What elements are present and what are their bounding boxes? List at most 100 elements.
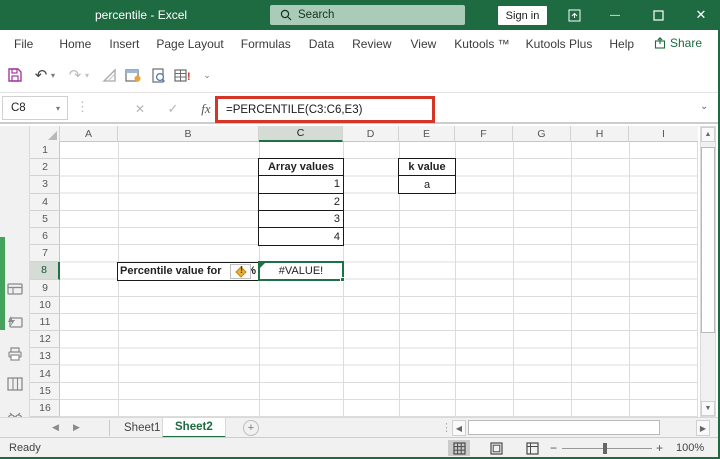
row-header-15[interactable]: 15: [30, 383, 60, 400]
column-header-g[interactable]: G: [513, 126, 571, 142]
row-header-9[interactable]: 9: [30, 280, 60, 297]
tab-review[interactable]: Review: [350, 37, 393, 51]
zoom-out-button[interactable]: −: [550, 441, 557, 455]
error-options-button[interactable]: !: [230, 263, 251, 279]
scrollbar-resize-handle[interactable]: ⋮: [441, 421, 452, 434]
row-header-11[interactable]: 11: [30, 314, 60, 332]
cell-C5[interactable]: 3: [259, 211, 343, 228]
tab-view[interactable]: View: [409, 37, 439, 51]
column-header-i[interactable]: I: [629, 126, 698, 142]
quick-access-pane-icon[interactable]: [7, 314, 23, 330]
row-header-12[interactable]: 12: [30, 331, 60, 349]
tab-kutools[interactable]: Kutools ™: [452, 37, 511, 51]
row-header-8[interactable]: 8: [30, 262, 60, 280]
printer-pane-icon[interactable]: [7, 346, 23, 362]
insert-function-button[interactable]: fx: [196, 99, 216, 119]
select-all-button[interactable]: [30, 126, 60, 142]
sheet-tab-sheet2[interactable]: Sheet2: [162, 418, 226, 438]
cell-C8-selected[interactable]: #VALUE!: [258, 261, 345, 282]
cell-C6[interactable]: 4: [259, 228, 343, 245]
zoom-slider-track[interactable]: [562, 448, 652, 449]
column-header-f[interactable]: F: [455, 126, 513, 142]
scroll-up-button[interactable]: ▲: [701, 127, 715, 142]
cell-C4[interactable]: 2: [259, 194, 343, 211]
properties-button[interactable]: [122, 64, 144, 86]
tab-page-layout[interactable]: Page Layout: [154, 37, 225, 51]
name-box-dropdown-icon[interactable]: ▾: [56, 104, 60, 113]
normal-view-button[interactable]: [448, 440, 470, 456]
scroll-down-button[interactable]: ▼: [701, 401, 715, 416]
page-layout-view-button[interactable]: [485, 440, 507, 456]
row-header-1[interactable]: 1: [30, 142, 60, 160]
zoom-slider-thumb[interactable]: [603, 443, 607, 454]
add-sheet-button[interactable]: +: [243, 420, 259, 436]
ribbon-display-options-button[interactable]: [557, 0, 591, 30]
close-icon: ✕: [695, 7, 707, 22]
minimize-button[interactable]: —: [598, 0, 632, 30]
cell-C2[interactable]: Array values: [259, 159, 343, 177]
b8-label: Percentile value for: [120, 265, 222, 278]
share-button[interactable]: Share: [654, 36, 702, 50]
column-header-d[interactable]: D: [343, 126, 399, 142]
scroll-left-button[interactable]: ◀: [452, 420, 466, 436]
search-input[interactable]: Search: [270, 5, 465, 25]
status-ready-label: Ready: [9, 442, 41, 454]
column-pane-icon[interactable]: [7, 376, 23, 392]
tab-insert[interactable]: Insert: [107, 37, 141, 51]
undo-dropdown[interactable]: ▾: [48, 64, 58, 86]
cell-E2[interactable]: k value: [399, 159, 455, 177]
row-header-16[interactable]: 16: [30, 400, 60, 417]
column-header-a[interactable]: A: [60, 126, 118, 142]
cell-area[interactable]: Array values 1 2 3 4 k value a Percentil…: [60, 142, 698, 417]
tab-help[interactable]: Help: [607, 37, 636, 51]
tab-formulas[interactable]: Formulas: [239, 37, 293, 51]
fill-handle[interactable]: [340, 276, 345, 282]
vertical-scrollbar[interactable]: ▲ ▼: [700, 126, 716, 417]
redo-dropdown[interactable]: ▾: [82, 64, 92, 86]
worksheet-pane-icon[interactable]: [7, 281, 23, 297]
zoom-in-button[interactable]: +: [656, 441, 663, 455]
page-break-preview-button[interactable]: [521, 440, 543, 456]
tab-file[interactable]: File: [12, 37, 35, 51]
column-header-b[interactable]: B: [118, 126, 259, 142]
maximize-button[interactable]: [641, 0, 675, 30]
column-header-c[interactable]: C: [259, 126, 343, 142]
enter-button[interactable]: ✓: [163, 99, 183, 119]
row-header-2[interactable]: 2: [30, 159, 60, 177]
navigation-pane-toggle[interactable]: ◀: [0, 237, 5, 330]
row-header-10[interactable]: 10: [30, 297, 60, 314]
formula-bar-resize-handle[interactable]: ⋮: [76, 99, 89, 115]
print-preview-button[interactable]: [147, 64, 169, 86]
horizontal-scrollbar-thumb[interactable]: [468, 420, 660, 435]
cell-E3[interactable]: a: [399, 176, 455, 193]
tab-home[interactable]: Home: [57, 37, 93, 51]
next-sheet-button[interactable]: ▶: [73, 422, 80, 433]
customize-qat-button[interactable]: ⌄: [200, 64, 214, 86]
save-button[interactable]: [4, 64, 26, 86]
row-header-4[interactable]: 4: [30, 194, 60, 211]
scroll-left-icon: ◀: [455, 423, 463, 433]
tab-data[interactable]: Data: [307, 37, 336, 51]
design-mode-button[interactable]: [98, 64, 120, 86]
error-checking-button[interactable]: !: [171, 64, 193, 86]
zoom-level[interactable]: 100%: [676, 442, 704, 454]
column-header-h[interactable]: H: [571, 126, 629, 142]
prev-sheet-button[interactable]: ◀: [52, 422, 59, 433]
column-header-e[interactable]: E: [399, 126, 455, 142]
row-header-14[interactable]: 14: [30, 365, 60, 383]
row-header-5[interactable]: 5: [30, 211, 60, 228]
sign-in-button[interactable]: Sign in: [498, 6, 547, 25]
tab-kutools-plus[interactable]: Kutools Plus: [524, 37, 595, 51]
row-header-6[interactable]: 6: [30, 228, 60, 246]
scroll-right-button[interactable]: ▶: [696, 420, 710, 436]
row-header-13[interactable]: 13: [30, 348, 60, 366]
row-header-7[interactable]: 7: [30, 245, 60, 263]
row-header-3[interactable]: 3: [30, 176, 60, 194]
formula-input[interactable]: =PERCENTILE(C3:C6,E3): [226, 104, 362, 116]
close-button[interactable]: ✕: [684, 0, 718, 30]
vertical-scrollbar-thumb[interactable]: [701, 147, 715, 333]
cancel-icon: ✕: [134, 102, 146, 116]
expand-formula-bar-button[interactable]: ⌄: [700, 101, 708, 112]
cell-C3[interactable]: 1: [259, 176, 343, 194]
cancel-button[interactable]: ✕: [130, 99, 150, 119]
